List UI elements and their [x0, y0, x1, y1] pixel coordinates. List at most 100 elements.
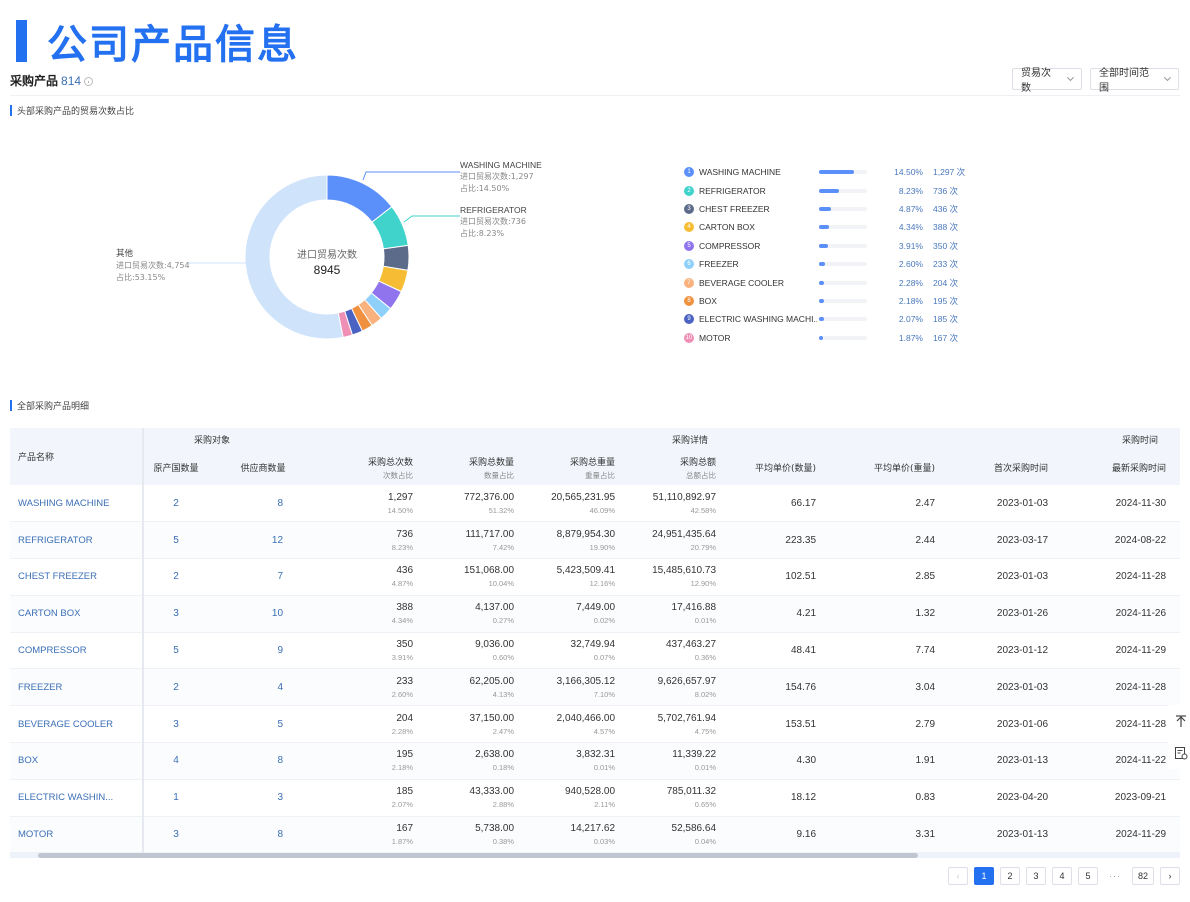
legend-bar-track	[819, 298, 867, 303]
page-button[interactable]: 5	[1078, 867, 1098, 885]
banner-accent-bar	[16, 20, 27, 62]
metric-select[interactable]: 贸易次数	[1012, 68, 1082, 94]
origins-count-link[interactable]: 2	[143, 485, 208, 523]
feedback-button[interactable]	[1168, 737, 1190, 769]
page-button[interactable]: 2	[1000, 867, 1020, 885]
legend-item[interactable]: 5 COMPRESSOR 3.91% 350 次	[684, 237, 974, 255]
page-button[interactable]: 3	[1026, 867, 1046, 885]
weight-percent: 2.11%	[594, 800, 616, 810]
legend-item[interactable]: 7 BEVERAGE COOLER 2.28% 204 次	[684, 273, 974, 291]
origins-count-link[interactable]: 3	[143, 595, 208, 633]
products-header: 采购产品 814 贸易次数 全部时间范围	[10, 68, 1180, 96]
product-name-link[interactable]: COMPRESSOR	[18, 645, 142, 656]
page-button-last[interactable]: 82	[1132, 867, 1154, 885]
origins-count-link[interactable]: 3	[143, 705, 208, 744]
times-value: 204	[396, 712, 414, 724]
legend-rank-badge: 10	[684, 332, 694, 343]
col-header-title: 采购总重量	[570, 457, 616, 468]
horizontal-scrollbar[interactable]	[10, 853, 1180, 858]
back-to-top-button[interactable]	[1168, 705, 1190, 737]
times-value: 350	[396, 639, 414, 651]
col-header: 最新采购时间	[1062, 450, 1180, 485]
scrollbar-thumb[interactable]	[38, 853, 918, 858]
origins-count-link[interactable]: 2	[143, 668, 208, 707]
origins-count-link[interactable]: 5	[143, 521, 208, 560]
suppliers-count-link[interactable]: 7	[208, 558, 319, 596]
legend-item[interactable]: 2 REFRIGERATOR 8.23% 736 次	[684, 181, 974, 199]
table-row: BOX 4 8 195 2.18% 2,638.00 0.18% 3,832.31 0.01% 1…	[10, 742, 1180, 780]
col-header-title: 采购总次数	[368, 457, 414, 468]
product-name-link[interactable]: CARTON BOX	[18, 608, 142, 619]
legend-item[interactable]: 3 CHEST FREEZER 4.87% 436 次	[684, 200, 974, 218]
origins-count-link[interactable]: 3	[143, 816, 208, 854]
product-name-link[interactable]: ELECTRIC WASHIN...	[18, 792, 142, 803]
qty-value: 772,376.00	[463, 491, 515, 503]
qty-value: 37,150.00	[469, 712, 515, 724]
prev-page-button[interactable]: ‹	[948, 867, 968, 885]
next-page-button[interactable]: ›	[1160, 867, 1180, 885]
page-button[interactable]: 1	[974, 867, 994, 885]
legend-count: 167 次	[933, 332, 959, 343]
suppliers-count-link[interactable]: 8	[208, 816, 319, 854]
legend-count: 1,297 次	[933, 167, 966, 178]
legend-item[interactable]: 1 WASHING MACHINE 14.50% 1,297 次	[684, 163, 974, 181]
suppliers-count-link[interactable]: 9	[208, 632, 319, 670]
product-name-link[interactable]: FREEZER	[18, 682, 142, 693]
suppliers-count-link[interactable]: 8	[208, 485, 319, 523]
origins-count-link[interactable]: 5	[143, 632, 208, 670]
pagination-ellipsis[interactable]: ···	[1104, 867, 1126, 885]
product-name-link[interactable]: MOTOR	[18, 829, 142, 840]
times-percent: 4.87%	[391, 579, 414, 589]
amount-percent: 20.79%	[690, 542, 717, 552]
weight-percent: 7.10%	[593, 689, 616, 699]
col-header-title: 首次采购时间	[994, 464, 1049, 474]
latest-purchase-date: 2023-09-21	[1062, 779, 1180, 817]
origins-count-link[interactable]: 2	[143, 558, 208, 596]
avg-price-qty: 154.76	[724, 668, 825, 707]
legend-percent: 2.60%	[898, 259, 923, 270]
legend-rank-badge: 7	[684, 277, 694, 288]
qty-percent: 4.13%	[492, 689, 515, 699]
suppliers-count-link[interactable]: 10	[208, 595, 319, 633]
legend-count: 195 次	[933, 295, 959, 306]
avg-price-qty: 18.12	[724, 779, 825, 817]
qty-value: 2,638.00	[475, 749, 515, 761]
suppliers-count-link[interactable]: 5	[208, 705, 319, 744]
legend-bar-fill	[819, 280, 825, 285]
suppliers-count-link[interactable]: 8	[208, 742, 319, 780]
suppliers-count-link[interactable]: 4	[208, 668, 319, 707]
weight-value: 3,166,305.12	[556, 675, 616, 687]
time-range-select[interactable]: 全部时间范围	[1090, 68, 1179, 94]
avg-price-weight: 0.83	[824, 779, 944, 817]
suppliers-count-link[interactable]: 3	[208, 779, 319, 817]
legend-item[interactable]: 6 FREEZER 2.60% 233 次	[684, 255, 974, 273]
qty-value: 62,205.00	[469, 675, 515, 687]
info-icon[interactable]	[84, 77, 94, 86]
first-purchase-date: 2023-01-12	[943, 632, 1063, 670]
origins-count-link[interactable]: 1	[143, 779, 208, 817]
amount-value: 5,702,761.94	[657, 712, 717, 724]
first-purchase-date: 2023-01-03	[943, 668, 1063, 707]
amount-percent: 0.01%	[694, 763, 717, 773]
legend-item[interactable]: 8 BOX 2.18% 195 次	[684, 292, 974, 310]
avg-price-qty: 223.35	[724, 521, 825, 560]
page-button[interactable]: 4	[1052, 867, 1072, 885]
product-name-link[interactable]: BOX	[18, 755, 142, 766]
legend-item[interactable]: 10 MOTOR 1.87% 167 次	[684, 329, 974, 347]
weight-value: 5,423,509.41	[556, 565, 616, 577]
product-name-link[interactable]: CHEST FREEZER	[18, 571, 142, 582]
product-name-link[interactable]: WASHING MACHINE	[18, 498, 142, 509]
origins-count-link[interactable]: 4	[143, 742, 208, 780]
times-value: 233	[396, 675, 414, 687]
first-purchase-date: 2023-01-13	[943, 742, 1063, 780]
first-purchase-date: 2023-01-03	[943, 558, 1063, 596]
product-name-link[interactable]: REFRIGERATOR	[18, 535, 142, 546]
callout-name: 其他	[116, 249, 134, 259]
legend-item[interactable]: 4 CARTON BOX 4.34% 388 次	[684, 218, 974, 236]
callout-count: 进口贸易次数:4,754	[116, 261, 190, 270]
legend-item[interactable]: 9 ELECTRIC WASHING MACHI... 2.07% 185 次	[684, 310, 974, 328]
product-name-link[interactable]: BEVERAGE COOLER	[18, 719, 142, 730]
col-header: 平均单价(重量)	[824, 450, 944, 485]
amount-value: 17,416.88	[671, 602, 717, 614]
suppliers-count-link[interactable]: 12	[208, 521, 319, 560]
